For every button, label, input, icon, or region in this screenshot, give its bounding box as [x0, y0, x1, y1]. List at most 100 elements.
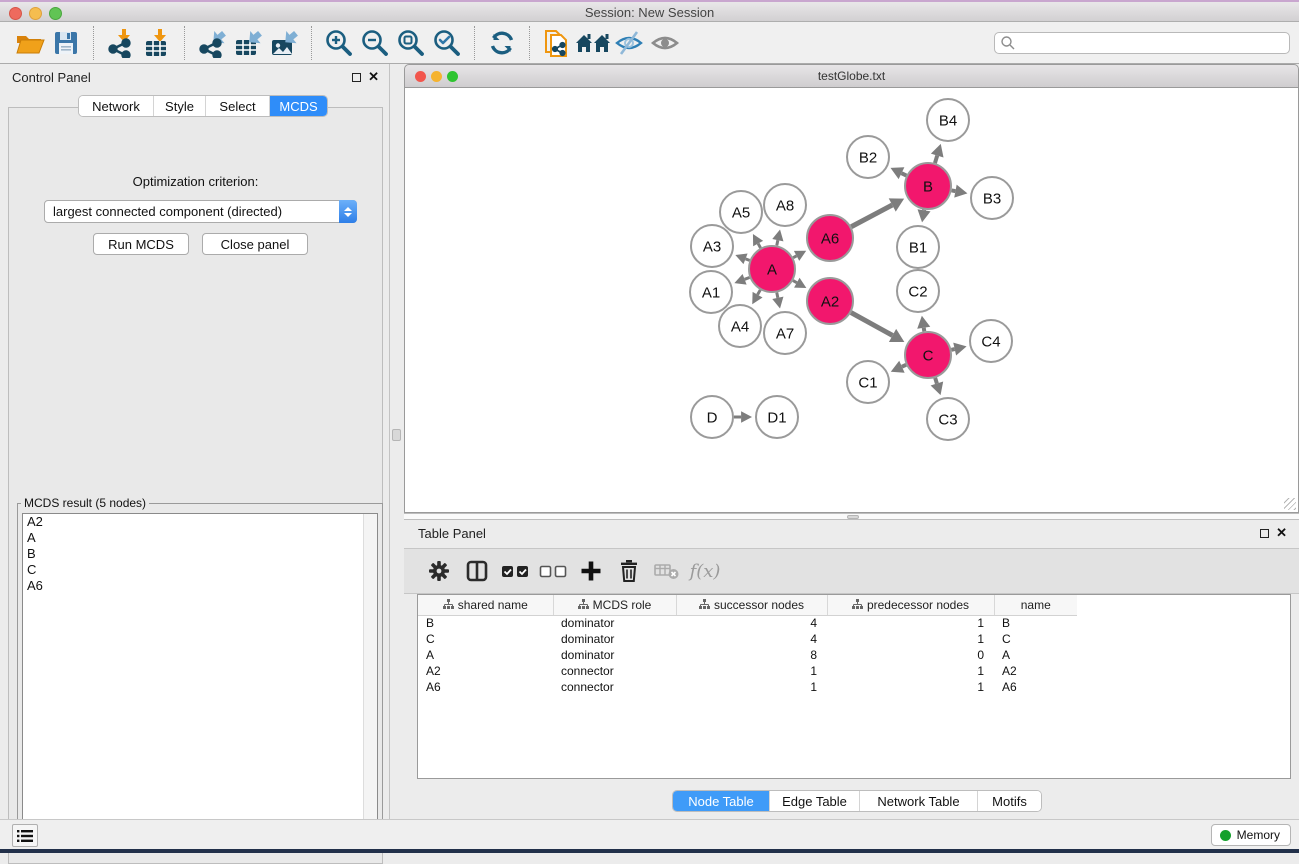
memory-button[interactable]: Memory: [1211, 824, 1291, 846]
hide-graphics-details-button[interactable]: [611, 25, 647, 61]
table-row[interactable]: A6connector11A6: [418, 679, 1290, 695]
graph-edge[interactable]: [777, 293, 778, 298]
save-floppy-icon: [52, 29, 80, 57]
tab-network-table[interactable]: Network Table: [859, 791, 977, 811]
network-graph[interactable]: B4B2BB3A8A5A6A3B1AA1C2A2A4A7C4CC1DD1C3: [405, 88, 1298, 511]
graph-edge[interactable]: [935, 378, 937, 384]
control-panel-title: Control Panel: [12, 70, 91, 85]
splitter-handle[interactable]: [847, 515, 859, 519]
graph-edge[interactable]: [924, 328, 925, 332]
export-table-button[interactable]: [230, 25, 266, 61]
close-panel-icon[interactable]: ✕: [368, 69, 379, 85]
export-network-button[interactable]: [194, 25, 230, 61]
import-table-button[interactable]: [139, 25, 175, 61]
table-row[interactable]: Bdominator41B: [418, 615, 1290, 631]
network-canvas[interactable]: B4B2BB3A8A5A6A3B1AA1C2A2A4A7C4CC1DD1C3: [404, 88, 1299, 513]
select-all-button[interactable]: [498, 554, 532, 588]
zoom-selected-button[interactable]: [429, 25, 465, 61]
table-row[interactable]: Cdominator41C: [418, 631, 1290, 647]
window-resize-grip[interactable]: [1284, 498, 1296, 510]
global-search-field[interactable]: [994, 32, 1290, 54]
delete-columns-button[interactable]: [612, 554, 646, 588]
col-successor-nodes[interactable]: successor nodes: [676, 595, 827, 615]
task-history-button[interactable]: [12, 824, 38, 847]
graph-edge[interactable]: [793, 256, 796, 258]
import-network-button[interactable]: [103, 25, 139, 61]
graph-edge[interactable]: [777, 240, 778, 245]
node-table-container[interactable]: shared name MCDS role successor nodes pr…: [417, 594, 1291, 779]
graph-edge[interactable]: [745, 277, 750, 279]
close-panel-icon[interactable]: ✕: [1276, 525, 1287, 541]
col-predecessor-nodes[interactable]: predecessor nodes: [827, 595, 994, 615]
graph-edge[interactable]: [951, 349, 954, 350]
refresh-layout-button[interactable]: [484, 25, 520, 61]
tab-edge-table[interactable]: Edge Table: [769, 791, 859, 811]
criterion-value: largest connected component (directed): [45, 204, 339, 219]
close-panel-button[interactable]: Close panel: [202, 233, 308, 255]
cell-shared_name: A2: [418, 663, 553, 679]
table-options-button[interactable]: [422, 554, 456, 588]
zoom-out-button[interactable]: [357, 25, 393, 61]
table-toolbar: f(x): [404, 548, 1299, 594]
toolbar-separator: [184, 26, 185, 60]
graph-edge[interactable]: [935, 156, 937, 163]
create-column-button[interactable]: [574, 554, 608, 588]
criterion-select[interactable]: largest connected component (directed): [44, 200, 357, 223]
graph-node-label: D1: [767, 409, 786, 426]
network-window-titlebar[interactable]: testGlobe.txt: [404, 64, 1299, 88]
tab-select[interactable]: Select: [205, 96, 269, 116]
run-mcds-button[interactable]: Run MCDS: [93, 233, 189, 255]
float-panel-icon[interactable]: [1260, 529, 1269, 538]
open-session-button[interactable]: [12, 25, 48, 61]
zoom-fit-button[interactable]: [393, 25, 429, 61]
graph-edge[interactable]: [758, 290, 761, 295]
col-shared-name[interactable]: shared name: [418, 595, 553, 615]
mcds-result-list[interactable]: A2ABCA6: [22, 513, 378, 831]
result-list-item[interactable]: B: [23, 546, 377, 562]
graph-edge[interactable]: [952, 190, 956, 191]
function-builder-button[interactable]: f(x): [688, 554, 722, 588]
table-panel: Table Panel ✕: [404, 520, 1299, 819]
graph-edge[interactable]: [746, 259, 750, 261]
graph-edge[interactable]: [902, 365, 906, 367]
delete-table-button[interactable]: [650, 554, 684, 588]
graph-node-label: A5: [732, 204, 750, 221]
panel-splitter-horizontal[interactable]: [404, 513, 1299, 520]
result-list-item[interactable]: A6: [23, 578, 377, 594]
show-columns-button[interactable]: [460, 554, 494, 588]
save-session-button[interactable]: [48, 25, 84, 61]
panel-splitter-vertical[interactable]: [390, 64, 404, 819]
table-header-row: shared name MCDS role successor nodes pr…: [418, 595, 1290, 615]
show-graphics-details-button[interactable]: [647, 25, 683, 61]
col-filler: [1077, 595, 1290, 615]
tab-node-table[interactable]: Node Table: [673, 791, 769, 811]
splitter-handle[interactable]: [392, 429, 401, 441]
col-name[interactable]: name: [994, 595, 1077, 615]
graph-edge-arrowhead: [931, 382, 944, 396]
graph-edge[interactable]: [793, 281, 797, 283]
tab-motifs[interactable]: Motifs: [977, 791, 1041, 811]
tab-network[interactable]: Network: [79, 96, 153, 116]
result-list-item[interactable]: A: [23, 530, 377, 546]
deselect-all-button[interactable]: [536, 554, 570, 588]
result-list-item[interactable]: C: [23, 562, 377, 578]
graph-edge[interactable]: [901, 173, 906, 175]
home-view-button[interactable]: [575, 25, 611, 61]
tab-style[interactable]: Style: [153, 96, 205, 116]
search-input[interactable]: [1016, 36, 1289, 50]
table-row[interactable]: A2connector11A2: [418, 663, 1290, 679]
table-row[interactable]: Adominator80A: [418, 647, 1290, 663]
result-list-item[interactable]: A2: [23, 514, 377, 530]
float-panel-icon[interactable]: [352, 73, 361, 82]
graph-edge[interactable]: [851, 205, 892, 227]
graph-edge[interactable]: [758, 244, 760, 248]
tab-mcds[interactable]: MCDS: [269, 96, 327, 116]
col-mcds-role[interactable]: MCDS role: [553, 595, 676, 615]
zoom-out-icon: [360, 28, 390, 58]
zoom-in-button[interactable]: [321, 25, 357, 61]
new-network-from-file-button[interactable]: [539, 25, 575, 61]
result-list-scrollbar[interactable]: [363, 514, 377, 830]
graph-node-label: B: [923, 178, 933, 195]
export-image-button[interactable]: [266, 25, 302, 61]
graph-edge[interactable]: [851, 313, 893, 336]
